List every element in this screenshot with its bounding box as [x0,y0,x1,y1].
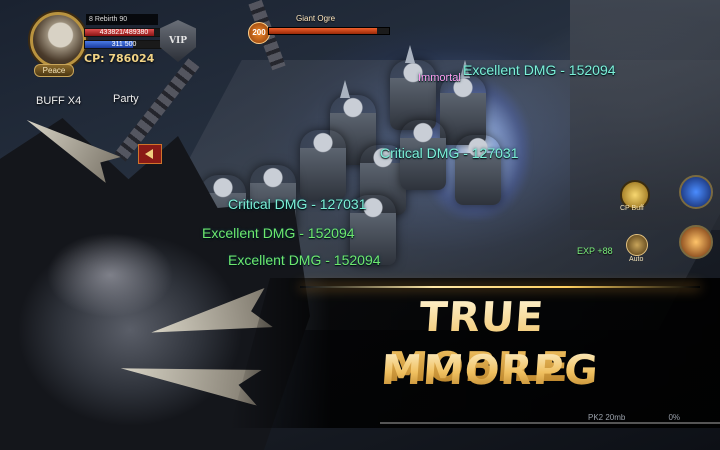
armor-spike [340,80,350,98]
exp-gain: EXP +88 [577,246,613,256]
enemy-warrior[interactable] [300,130,346,200]
rebirth-level: 8 Rebirth 90 [86,14,158,25]
target-hp-bar [268,27,390,35]
bottom-percent: 0% [668,413,680,422]
damage-text: Excellent DMG - 152094 [463,62,616,78]
auto-battle-button[interactable] [626,234,648,256]
banner-glow [300,286,700,288]
promo-subheadline: MMORPG [379,346,601,394]
damage-text: Critical DMG - 127031 [228,196,367,212]
damage-text: Excellent DMG - 152094 [202,225,355,241]
skill-button[interactable] [679,175,713,209]
damage-text: Excellent DMG - 152094 [228,252,381,268]
target-hp-fill [269,28,377,34]
mp-text: 311 500 [111,41,137,48]
player-mp-bar: 311 500 [84,40,164,49]
combat-power: CP: 786024 [84,52,155,65]
target-level: 200 [248,22,270,44]
player-portrait[interactable] [30,12,86,68]
party-button[interactable]: Party [113,93,139,105]
bottom-hud: PK2 20mb 0% [470,413,720,425]
auto-label: Auto [629,256,644,263]
armor-spike [405,45,415,63]
skill-button[interactable] [679,225,713,259]
cp-buff-label: CP Buff [620,205,644,212]
status-text: Immortal [418,72,461,84]
hp-text: 433821/489380 [99,29,149,36]
collapse-arrow-icon[interactable] [138,144,162,164]
bottom-status: PK2 20mb [588,413,626,422]
player-hp-bar: 433821/489380 [84,28,164,37]
peace-mode-button[interactable]: Peace [34,64,74,77]
buff-counter[interactable]: BUFF X4 [36,95,81,107]
damage-text: Critical DMG - 127031 [380,145,519,161]
target-name: Giant Ogre [296,14,336,23]
